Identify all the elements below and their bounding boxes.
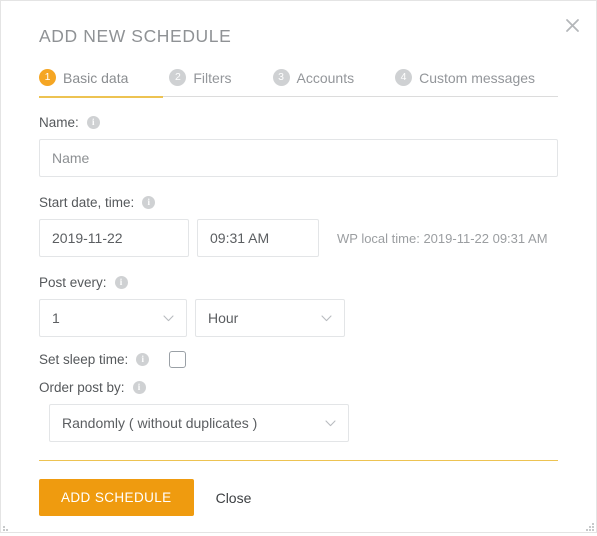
tabs-active-underline	[39, 96, 163, 98]
info-icon-name[interactable]: i	[86, 116, 100, 129]
name-field-label: Name: i	[39, 115, 558, 130]
order-post-by-select[interactable]: Randomly ( without duplicates )	[49, 404, 349, 442]
post-every-row: 1 Hour	[39, 299, 558, 337]
wizard-tabs: 1 Basic data 2 Filters 3 Accounts 4 Cust…	[1, 69, 596, 98]
post-every-count-value: 1	[52, 310, 60, 326]
tab-label-filters: Filters	[193, 69, 232, 86]
tab-badge-3: 3	[272, 69, 290, 86]
modal-footer: ADD SCHEDULE Close	[1, 461, 596, 516]
tab-custom-messages[interactable]: 4 Custom messages	[395, 69, 535, 96]
tab-badge-2: 2	[169, 69, 187, 86]
post-every-unit-select[interactable]: Hour	[195, 299, 345, 337]
order-post-by-value: Randomly ( without duplicates )	[62, 415, 258, 431]
post-every-label-text: Post every:	[39, 275, 107, 290]
start-date-field-label: Start date, time: i	[39, 195, 558, 210]
tabs-divider	[39, 96, 558, 98]
info-icon-order-post-by[interactable]: i	[132, 381, 146, 394]
start-date-input[interactable]	[39, 219, 189, 257]
post-every-count-select-wrap: 1	[39, 299, 187, 337]
name-label-text: Name:	[39, 115, 79, 130]
sleep-time-field-label: Set sleep time: i	[39, 351, 558, 368]
post-every-unit-select-wrap: Hour	[195, 299, 345, 337]
page-title: ADD NEW SCHEDULE	[39, 26, 232, 46]
chevron-down-icon	[321, 314, 332, 322]
tabs-row: 1 Basic data 2 Filters 3 Accounts 4 Cust…	[39, 69, 558, 96]
resize-grip-left[interactable]	[3, 518, 15, 531]
tab-label-basic-data: Basic data	[63, 69, 129, 86]
start-time-input[interactable]	[197, 219, 319, 257]
tab-badge-4: 4	[395, 69, 413, 86]
name-input[interactable]	[39, 139, 558, 177]
add-new-schedule-modal: ADD NEW SCHEDULE 1 Basic data 2 Filters …	[0, 0, 597, 533]
post-every-field-label: Post every: i	[39, 275, 558, 290]
start-date-label-text: Start date, time:	[39, 195, 135, 210]
tab-badge-1: 1	[39, 69, 56, 86]
chevron-down-icon	[325, 419, 336, 427]
info-icon-post-every[interactable]: i	[114, 276, 128, 289]
tab-accounts[interactable]: 3 Accounts	[272, 69, 355, 96]
order-post-by-select-wrap: Randomly ( without duplicates )	[49, 404, 349, 442]
add-schedule-button[interactable]: ADD SCHEDULE	[39, 479, 194, 516]
post-every-count-select[interactable]: 1	[39, 299, 187, 337]
post-every-unit-value: Hour	[208, 310, 239, 326]
modal-header: ADD NEW SCHEDULE	[1, 1, 596, 47]
tab-label-accounts: Accounts	[296, 69, 355, 86]
wp-local-time-note: WP local time: 2019-11-22 09:31 AM	[337, 230, 548, 246]
close-icon[interactable]	[560, 13, 584, 37]
resize-grip-right[interactable]	[582, 518, 594, 531]
sleep-time-label-text: Set sleep time:	[39, 352, 129, 367]
chevron-down-icon	[163, 314, 174, 322]
info-icon-sleep-time[interactable]: i	[136, 353, 150, 366]
start-date-row: WP local time: 2019-11-22 09:31 AM	[39, 219, 558, 257]
order-post-by-field-label: Order post by: i	[39, 380, 558, 395]
tab-label-custom-messages: Custom messages	[419, 69, 536, 86]
tab-filters[interactable]: 2 Filters	[169, 69, 232, 96]
sleep-time-checkbox[interactable]	[169, 351, 187, 368]
modal-body: Name: i Start date, time: i WP local tim…	[1, 97, 596, 460]
tab-basic-data[interactable]: 1 Basic data	[39, 69, 128, 96]
close-button[interactable]: Close	[216, 490, 252, 506]
order-post-by-label-text: Order post by:	[39, 380, 125, 395]
info-icon-start-date[interactable]: i	[142, 196, 156, 209]
